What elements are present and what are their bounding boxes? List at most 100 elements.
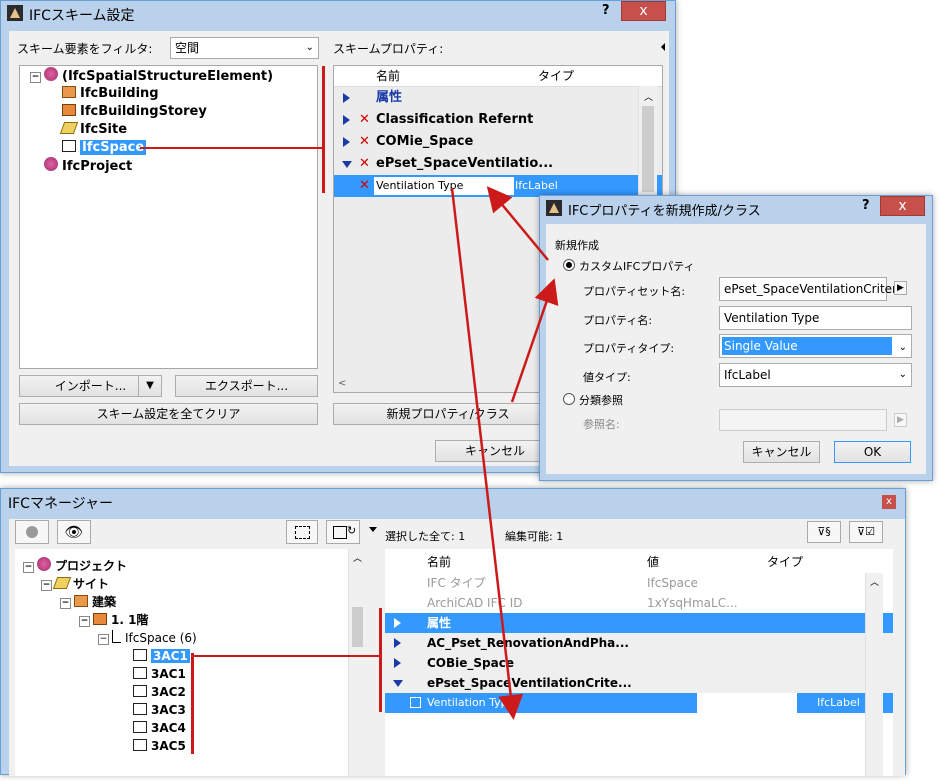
delete-icon[interactable]: ✕ <box>359 109 370 131</box>
tree-item-3ac3[interactable]: 3AC3 <box>133 701 186 719</box>
help-icon[interactable]: ? <box>862 198 870 213</box>
valuetype-label: 値タイプ: <box>583 371 631 384</box>
grid-row-epset[interactable]: ePset_SpaceVentilationCrite... <box>385 673 893 693</box>
scroll-up-icon[interactable]: ︿ <box>644 90 653 103</box>
grid-row-ac-pset[interactable]: AC_Pset_RenovationAndPha... <box>385 633 893 653</box>
collapse-icon[interactable]: − <box>79 616 90 627</box>
tree-scrollbar[interactable]: ︿ <box>348 549 366 776</box>
collapse-icon[interactable]: − <box>23 562 34 573</box>
row-name: ePset_SpaceVentilatio... <box>376 156 554 171</box>
expand-icon[interactable] <box>394 658 401 668</box>
propset-label: プロパティセット名: <box>583 285 686 298</box>
filter-dropdown[interactable]: 空間 ⌄ <box>170 37 319 59</box>
clear-scheme-button[interactable]: スキーム設定を全てクリア <box>19 403 318 425</box>
scroll-up-icon[interactable]: ︿ <box>870 575 879 588</box>
scroll-thumb[interactable] <box>352 607 363 647</box>
manager-title: IFCマネージャー <box>8 496 113 512</box>
grid-row-attributes[interactable]: 属性 <box>334 87 662 109</box>
help-icon[interactable]: ? <box>602 3 610 18</box>
expand-icon[interactable] <box>343 137 350 147</box>
annotation-bracket-manager-grid <box>379 608 382 712</box>
chevron-down-icon[interactable]: ▼ <box>138 376 161 396</box>
scroll-left-icon[interactable]: < <box>338 378 346 389</box>
collapse-icon[interactable] <box>393 680 403 687</box>
grid-row-ventilation[interactable]: ✕ Ventilation Type IfcLabel <box>334 175 662 197</box>
tree-item-building[interactable]: IfcBuilding <box>62 85 159 103</box>
filter-properties-icon[interactable]: ⊽§ <box>807 521 841 543</box>
collapse-icon[interactable]: − <box>60 598 71 609</box>
eye-icon[interactable]: 👁 <box>57 520 91 544</box>
expand-icon[interactable] <box>394 638 401 648</box>
radio-class-label: 分類参照 <box>579 394 623 407</box>
close-icon[interactable]: x <box>880 196 925 216</box>
arrow-right-icon[interactable]: ▶ <box>894 281 907 295</box>
tree-item-storey[interactable]: IfcBuildingStorey <box>62 103 207 121</box>
dialog-cancel-button[interactable]: キャンセル <box>743 441 820 463</box>
new-property-button[interactable]: 新規プロパティ/クラス <box>333 403 563 425</box>
tree-item-project[interactable]: IfcProject <box>44 157 132 175</box>
valuetype-dropdown[interactable]: IfcLabel ⌄ <box>719 363 912 387</box>
grid-row-attributes[interactable]: 属性 <box>385 613 893 633</box>
grid-row-cobie[interactable]: COBie_Space <box>385 653 893 673</box>
expand-icon[interactable] <box>394 618 401 628</box>
scheme-tree[interactable]: − (IfcSpatialStructureElement) IfcBuildin… <box>19 65 318 369</box>
tree-item-site[interactable]: IfcSite <box>59 121 127 139</box>
cancel-button[interactable]: キャンセル <box>435 440 555 462</box>
delete-icon[interactable]: ✕ <box>359 175 370 197</box>
value-editor[interactable] <box>697 693 797 713</box>
row-name-editor[interactable]: Ventilation Type <box>374 177 514 195</box>
tree-item-space[interactable]: IfcSpace <box>62 139 147 157</box>
import-button[interactable]: インポート... ▼ <box>19 375 162 397</box>
tree-item-3ac1[interactable]: 3AC1 <box>133 665 186 683</box>
tree-item-project[interactable]: − プロジェクト <box>23 557 127 575</box>
grid-row-epset[interactable]: ✕ ePset_SpaceVentilatio... <box>334 153 662 175</box>
tree-label: IfcSpace (6) <box>125 631 197 645</box>
collapse-icon[interactable]: − <box>41 580 52 591</box>
tree-item-3ac4[interactable]: 3AC4 <box>133 719 186 737</box>
tree-item-spatial[interactable]: − (IfcSpatialStructureElement) <box>30 67 273 85</box>
panel-arrow-icon[interactable] <box>661 43 665 51</box>
radio-custom[interactable] <box>563 259 575 271</box>
grid-scrollbar[interactable]: ︿ <box>865 573 883 776</box>
panel-arrow-icon[interactable] <box>369 527 377 532</box>
tree-item-3ac5[interactable]: 3AC5 <box>133 737 186 755</box>
tree-item-3ac1-selected[interactable]: 3AC1 <box>133 647 190 665</box>
proptype-dropdown[interactable]: Single Value ⌄ <box>719 334 912 358</box>
collapse-icon[interactable]: − <box>98 634 109 645</box>
collapse-icon[interactable] <box>342 161 352 168</box>
delete-icon[interactable]: ✕ <box>359 131 370 153</box>
record-icon[interactable] <box>15 520 49 544</box>
propname-field[interactable]: Ventilation Type <box>719 306 912 330</box>
scheme-titlebar[interactable]: IFCスキーム設定 ? x <box>1 1 675 25</box>
collapse-icon[interactable]: − <box>30 72 41 83</box>
tree-item-building[interactable]: − 建築 <box>60 593 116 611</box>
delete-icon[interactable]: ✕ <box>359 153 370 175</box>
space-icon <box>133 703 147 715</box>
expand-icon[interactable] <box>343 115 350 125</box>
scroll-up-icon[interactable]: ︿ <box>353 551 362 564</box>
filter-check-icon[interactable]: ⊽☑ <box>849 521 883 543</box>
annotation-connector-space <box>140 147 323 149</box>
grid-row-comie[interactable]: ✕ COMie_Space <box>334 131 662 153</box>
propset-field[interactable]: ePset_SpaceVentilationCriteri <box>719 277 900 301</box>
grid-row-ventilation[interactable]: Ventilation Type IfcLabel <box>385 693 893 713</box>
manager-props-grid[interactable]: 名前 値 タイプ IFC タイプ IfcSpace ArchiCAD IFC I… <box>385 549 893 776</box>
select-element-icon[interactable] <box>286 520 318 544</box>
tree-item-site[interactable]: − サイト <box>41 575 109 593</box>
dialog-titlebar[interactable]: IFCプロパティを新規作成/クラス ? x <box>540 196 932 220</box>
manager-titlebar[interactable]: IFCマネージャー x <box>1 489 905 515</box>
tree-item-ifcspace-group[interactable]: − IfcSpace (6) <box>98 629 197 647</box>
expand-icon[interactable] <box>343 93 350 103</box>
props-label: スキームプロパティ: <box>333 42 444 56</box>
checkbox[interactable] <box>410 697 421 708</box>
radio-classification[interactable] <box>563 393 575 405</box>
tree-item-storey[interactable]: − 1. 1階 <box>79 611 148 629</box>
close-icon[interactable]: x <box>882 495 896 509</box>
export-button[interactable]: エクスポート... <box>175 375 318 397</box>
tree-item-3ac2[interactable]: 3AC2 <box>133 683 186 701</box>
grid-row-classification[interactable]: ✕ Classification Refernt <box>334 109 662 131</box>
scroll-thumb[interactable] <box>642 106 654 192</box>
sync-selection-icon[interactable]: ↻ <box>326 520 360 544</box>
close-icon[interactable]: x <box>621 1 666 21</box>
ok-button[interactable]: OK <box>834 441 911 463</box>
